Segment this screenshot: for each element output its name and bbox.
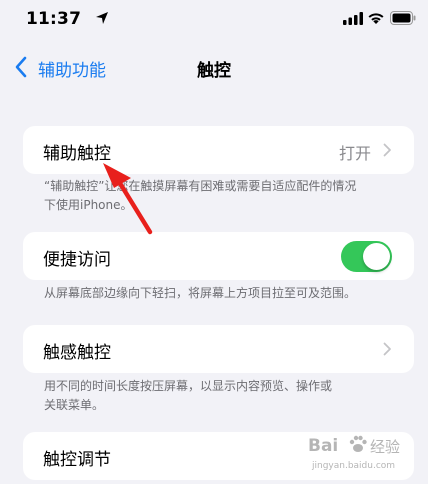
reachability-footnote: 从屏幕底部边缘向下轻扫，将屏幕上方项目拉至可及范围。 (44, 286, 357, 300)
footnote-line: 关联菜单。 (44, 398, 105, 412)
page-title: 触控 (197, 61, 231, 81)
chevron-right-icon (383, 143, 391, 157)
chevron-right-icon (383, 342, 391, 356)
watermark-url: jingyan.baidu.com (312, 461, 396, 471)
cellular-signal-icon (343, 12, 363, 25)
toggle-knob (363, 243, 390, 270)
watermark-brand-2: 经验 (370, 438, 401, 456)
haptic-touch-footnote: 用不同的时间长度按压屏幕，以显示内容预览、操作或 关联菜单。 (44, 377, 394, 415)
reachability-row: 便捷访问 (23, 232, 414, 280)
watermark-brand: Bai (308, 436, 339, 456)
status-time: 11:37 (26, 9, 82, 29)
status-bar: 11:37 (0, 0, 428, 40)
reachability-toggle[interactable] (341, 241, 392, 272)
paw-icon (349, 435, 367, 452)
footnote-line: 用不同的时间长度按压屏幕，以显示内容预览、操作或 (44, 379, 333, 393)
assistive-touch-value: 打开 (339, 144, 372, 163)
touch-accommodations-label: 触控调节 (43, 450, 111, 470)
haptic-touch-row[interactable]: 触感触控 (23, 325, 414, 373)
battery-icon (390, 11, 416, 25)
wifi-icon (368, 13, 384, 24)
footnote-line: “辅助触控”让您在触摸屏幕有困难或需要自适应配件的情况 (44, 179, 357, 193)
reachability-label: 便捷访问 (43, 250, 111, 270)
assistive-touch-label: 辅助触控 (43, 144, 111, 164)
location-arrow-icon (96, 12, 108, 24)
navigation-bar: 辅助功能 触控 (0, 46, 428, 90)
footnote-line: 下使用iPhone。 (44, 198, 133, 212)
haptic-touch-label: 触感触控 (43, 343, 111, 363)
assistive-touch-row[interactable]: 辅助触控 打开 (23, 126, 414, 174)
assistive-touch-footnote: “辅助触控”让您在触摸屏幕有困难或需要自适应配件的情况 下使用iPhone。 (44, 177, 394, 215)
